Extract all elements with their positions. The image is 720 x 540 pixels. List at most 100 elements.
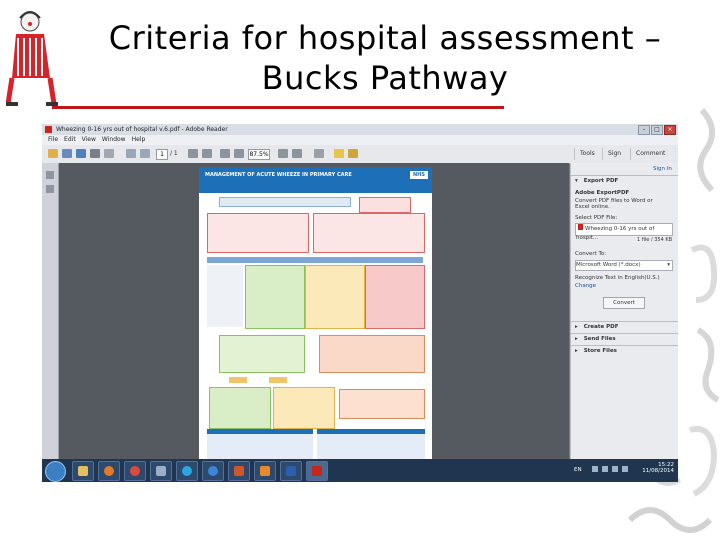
word-icon xyxy=(286,466,296,476)
taskbar-adobe-reader[interactable] xyxy=(306,461,328,481)
pdf-header-title: MANAGEMENT OF ACUTE WHEEZE IN PRIMARY CA… xyxy=(205,172,352,178)
app-icon xyxy=(156,466,166,476)
previous-page-icon[interactable] xyxy=(126,149,136,158)
menu-view[interactable]: View xyxy=(82,136,96,143)
send-files-section[interactable]: ▸ Send Files xyxy=(571,333,678,345)
taskbar-internet-explorer[interactable] xyxy=(202,461,224,481)
reference-table xyxy=(207,429,313,459)
taskbar-firefox[interactable] xyxy=(98,461,120,481)
folder-icon xyxy=(78,466,88,476)
adobe-exportpdf-description: Convert PDF files to Word or Excel onlin… xyxy=(575,198,653,210)
create-icon[interactable] xyxy=(62,149,72,158)
language-indicator[interactable]: EN xyxy=(574,467,582,473)
export-pdf-label: Export PDF xyxy=(583,178,619,184)
save-icon[interactable] xyxy=(76,149,86,158)
flowchart-box xyxy=(273,387,335,429)
menu-help[interactable]: Help xyxy=(132,136,146,143)
zoom-out-icon[interactable] xyxy=(220,149,230,158)
print-icon[interactable] xyxy=(90,149,100,158)
chevron-down-icon: ▾ xyxy=(667,262,670,268)
clock-date: 11/08/2014 xyxy=(642,468,674,474)
menu-bar: File Edit View Window Help xyxy=(42,135,678,145)
start-button[interactable] xyxy=(45,461,66,482)
taskbar-chrome[interactable] xyxy=(124,461,146,481)
tab-sign[interactable]: Sign xyxy=(602,148,626,160)
fit-page-icon[interactable] xyxy=(278,149,288,158)
next-page-icon[interactable] xyxy=(140,149,150,158)
outlook-icon xyxy=(260,466,270,476)
taskbar-outlook[interactable] xyxy=(254,461,276,481)
taskbar-explorer[interactable] xyxy=(72,461,94,481)
menu-file[interactable]: File xyxy=(48,136,58,143)
powerpoint-icon xyxy=(234,466,244,476)
select-tool-icon[interactable] xyxy=(188,149,198,158)
close-button[interactable]: × xyxy=(664,125,676,135)
tab-comment[interactable]: Comment xyxy=(630,148,670,160)
reference-table xyxy=(317,429,425,459)
comment-note-icon[interactable] xyxy=(334,149,344,158)
sign-pen-icon[interactable] xyxy=(348,149,358,158)
tray-arrow-icon[interactable] xyxy=(592,466,598,472)
zoom-level-select[interactable]: 87.5% xyxy=(248,149,270,160)
open-icon[interactable] xyxy=(48,149,58,158)
convert-to-value: Microsoft Word (*.docx) xyxy=(576,262,641,268)
taskbar-skype[interactable] xyxy=(176,461,198,481)
internet-explorer-icon xyxy=(208,466,218,476)
slide-title-line-2: Bucks Pathway xyxy=(261,59,509,97)
convert-button[interactable]: Convert xyxy=(603,297,645,309)
tray-network-icon[interactable] xyxy=(602,466,608,472)
export-pdf-section-header[interactable]: ▾ Export PDF xyxy=(571,175,678,187)
flowchart-box xyxy=(229,377,247,383)
menu-edit[interactable]: Edit xyxy=(64,136,76,143)
taskbar-powerpoint[interactable] xyxy=(228,461,250,481)
flowchart-box xyxy=(207,213,309,253)
sign-in-link[interactable]: Sign In xyxy=(653,166,672,172)
skype-icon xyxy=(182,466,192,476)
window-title: Wheezing 0-16 yrs out of hospital v.6.pd… xyxy=(56,126,228,133)
page-thumbnails-icon[interactable] xyxy=(46,171,54,179)
hand-tool-icon[interactable] xyxy=(202,149,212,158)
minimize-button[interactable]: – xyxy=(638,125,650,135)
adobe-reader-screenshot: Wheezing 0-16 yrs out of hospital v.6.pd… xyxy=(42,124,678,482)
recognize-text-label: Recognize Text in English(U.S.) xyxy=(575,275,660,281)
navigation-pane xyxy=(42,163,59,459)
tray-volume-icon[interactable] xyxy=(612,466,618,472)
adobe-reader-icon xyxy=(312,466,322,476)
selected-pdf-file[interactable]: Wheezing 0-16 yrs out of hospit... xyxy=(575,223,673,241)
pdf-header: MANAGEMENT OF ACUTE WHEEZE IN PRIMARY CA… xyxy=(199,167,432,193)
read-mode-icon[interactable] xyxy=(314,149,324,158)
tab-tools[interactable]: Tools xyxy=(574,148,600,160)
tray-flag-icon[interactable] xyxy=(622,466,628,472)
store-files-section[interactable]: ▸ Store Files xyxy=(571,345,678,357)
flowchart-box xyxy=(339,389,425,419)
adobe-exportpdf-title: Adobe ExportPDF xyxy=(575,190,630,196)
flowchart-box xyxy=(313,213,425,253)
email-icon[interactable] xyxy=(104,149,114,158)
adobe-app-icon xyxy=(45,126,52,133)
flowchart-box xyxy=(209,387,271,429)
file-count: 1 file / 354 KB xyxy=(637,237,673,243)
table-column xyxy=(207,265,243,327)
tools-right-pane: Sign In ▾ Export PDF Adobe ExportPDF Con… xyxy=(570,163,678,459)
page-number-input[interactable]: 1 xyxy=(156,149,168,160)
document-viewport[interactable]: MANAGEMENT OF ACUTE WHEEZE IN PRIMARY CA… xyxy=(59,163,569,459)
firefox-icon xyxy=(104,466,114,476)
page-total: / 1 xyxy=(170,150,178,157)
pdf-page: MANAGEMENT OF ACUTE WHEEZE IN PRIMARY CA… xyxy=(199,167,432,459)
change-language-link[interactable]: Change xyxy=(575,283,596,289)
convert-to-select[interactable]: Microsoft Word (*.docx) ▾ xyxy=(575,260,673,271)
convert-to-label: Convert To: xyxy=(575,251,607,257)
taskbar-app[interactable] xyxy=(150,461,172,481)
system-clock[interactable]: 15:22 11/08/2014 xyxy=(642,462,674,474)
menu-window[interactable]: Window xyxy=(102,136,126,143)
maximize-button[interactable]: □ xyxy=(651,125,663,135)
chrome-icon xyxy=(130,466,140,476)
taskbar-word[interactable] xyxy=(280,461,302,481)
fit-width-icon[interactable] xyxy=(292,149,302,158)
attachments-icon[interactable] xyxy=(46,185,54,193)
zoom-in-icon[interactable] xyxy=(234,149,244,158)
create-pdf-section[interactable]: ▸ Create PDF xyxy=(571,321,678,333)
slide-title: Criteria for hospital assessment – Bucks… xyxy=(60,18,710,98)
amber-zone xyxy=(305,265,365,329)
send-files-label: Send Files xyxy=(583,336,616,342)
